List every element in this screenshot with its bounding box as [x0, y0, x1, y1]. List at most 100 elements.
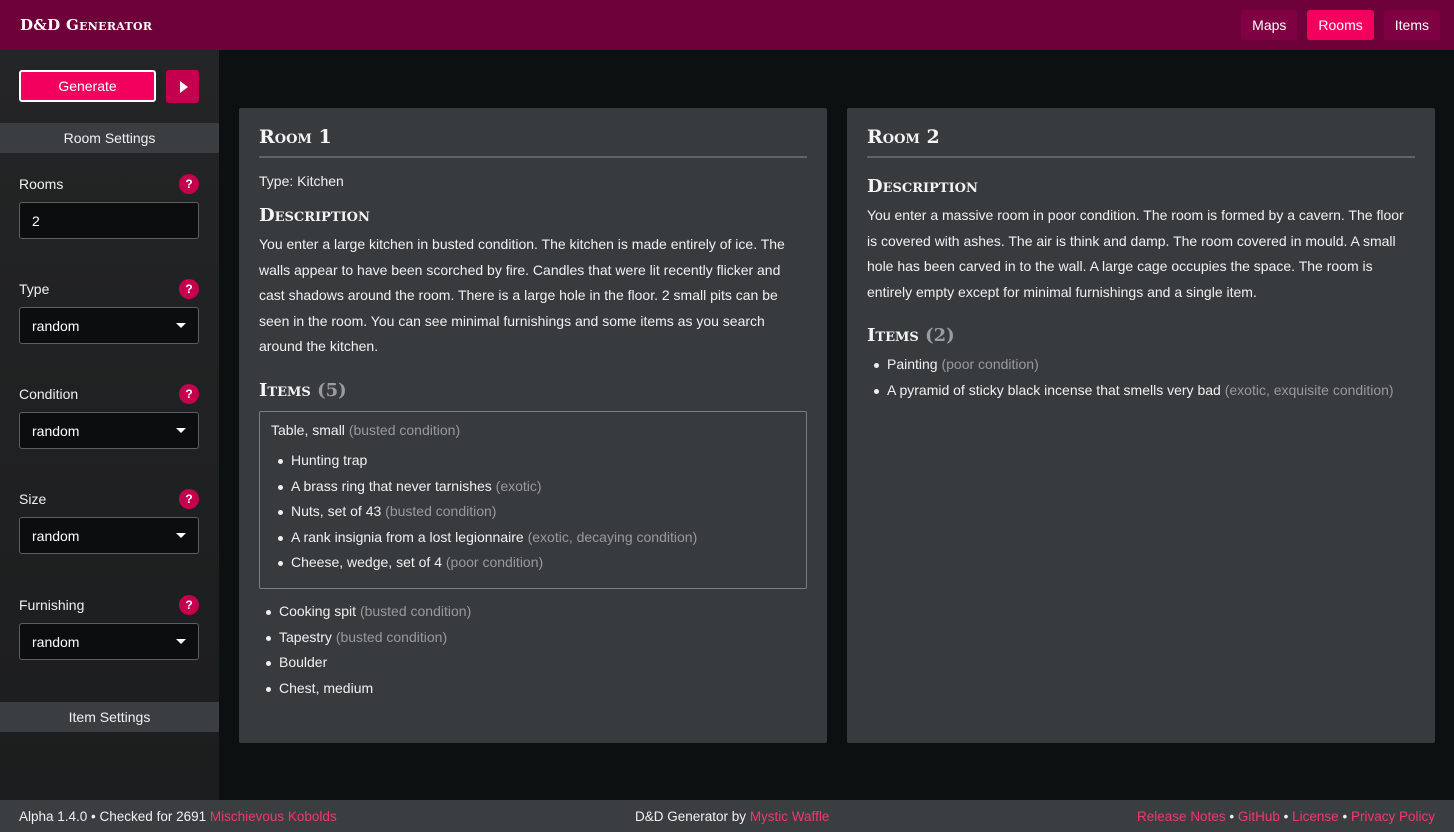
description-heading: Description: [867, 176, 978, 197]
item-note: (busted condition): [335, 628, 448, 645]
rooms-field: Rooms ? 2: [19, 174, 199, 239]
list-item: Boulder: [259, 650, 807, 676]
items-heading: Items (2): [867, 325, 1415, 346]
item-note: (exotic, decaying condition): [527, 528, 698, 545]
item-note: (exotic): [495, 477, 542, 494]
chevron-down-icon: [176, 428, 186, 433]
item-name: Hunting trap: [291, 451, 368, 468]
item-note: (exotic, exquisite condition): [1224, 381, 1394, 398]
condition-select[interactable]: random: [19, 412, 199, 449]
condition-label: Condition: [19, 386, 79, 402]
license-link[interactable]: License: [1292, 809, 1339, 824]
nav-maps[interactable]: Maps: [1241, 10, 1298, 40]
main-nav: Maps Rooms Items: [1241, 10, 1440, 40]
room-items: Painting (poor condition) A pyramid of s…: [867, 352, 1415, 403]
furnishing-select[interactable]: random: [19, 623, 199, 660]
items-count: (5): [317, 379, 347, 401]
room-card: Room 2 Description You enter a massive r…: [847, 108, 1435, 743]
items-count: (2): [925, 325, 955, 347]
item-name: A rank insignia from a lost legionnaire: [291, 528, 524, 545]
type-label: Type: [19, 281, 50, 297]
items-heading-label: Items: [259, 379, 311, 401]
type-select[interactable]: random: [19, 307, 199, 344]
room-title: Room 2: [867, 126, 1415, 158]
container-item: Table, small (busted condition) Hunting …: [259, 410, 807, 589]
room-description: You enter a massive room in poor conditi…: [867, 207, 1404, 300]
item-settings-header[interactable]: Item Settings: [0, 702, 219, 732]
generate-row: Generate: [19, 70, 199, 103]
item-note: (busted condition): [359, 602, 472, 619]
container-title: Table, small (busted condition): [271, 422, 795, 438]
kobolds-link[interactable]: Mischievous Kobolds: [210, 809, 337, 824]
app-header: D&D Generator Maps Rooms Items: [0, 0, 1454, 50]
app-logo[interactable]: D&D Generator: [20, 16, 152, 34]
items-heading: Items (5): [259, 380, 807, 401]
item-note: (poor condition): [941, 356, 1039, 373]
list-item: Painting (poor condition): [867, 352, 1415, 378]
list-item: Cheese, wedge, set of 4 (poor condition): [271, 550, 795, 576]
footer-links: Release Notes • GitHub • License • Priva…: [1137, 809, 1435, 824]
room-items: Cooking spit (busted condition) Tapestry…: [259, 599, 807, 701]
type-value: random: [32, 317, 80, 334]
list-item: A rank insignia from a lost legionnaire …: [271, 525, 795, 551]
room-card: Room 1 Type: Kitchen Description You ent…: [239, 108, 827, 743]
items-heading-label: Items: [867, 325, 919, 347]
author-link[interactable]: Mystic Waffle: [750, 809, 830, 824]
help-icon[interactable]: ?: [179, 174, 199, 194]
release-notes-link[interactable]: Release Notes: [1137, 809, 1226, 824]
play-icon: [179, 80, 188, 93]
item-name: Boulder: [279, 654, 328, 671]
help-icon[interactable]: ?: [179, 384, 199, 404]
privacy-policy-link[interactable]: Privacy Policy: [1351, 809, 1435, 824]
footer-version: Alpha 1.4.0 • Checked for 2691 Mischievo…: [19, 809, 337, 824]
byline-text: D&D Generator by: [635, 808, 747, 824]
sidebar: Generate Room Settings Rooms ? 2 Type ? …: [0, 50, 219, 800]
nav-items[interactable]: Items: [1383, 10, 1440, 40]
help-icon[interactable]: ?: [179, 279, 199, 299]
nav-rooms[interactable]: Rooms: [1307, 10, 1374, 40]
furnishing-field: Furnishing ? random: [19, 595, 199, 660]
list-item: Hunting trap: [271, 448, 795, 474]
item-name: A pyramid of sticky black incense that s…: [887, 381, 1221, 398]
list-item: A pyramid of sticky black incense that s…: [867, 378, 1415, 404]
container-note: (busted condition): [348, 421, 461, 438]
generate-button[interactable]: Generate: [19, 70, 156, 102]
github-link[interactable]: GitHub: [1238, 809, 1280, 824]
item-name: Tapestry: [279, 628, 332, 645]
room-title: Room 1: [259, 126, 807, 158]
room-settings-header[interactable]: Room Settings: [0, 123, 219, 153]
item-name: Nuts, set of 43: [291, 503, 382, 520]
help-icon[interactable]: ?: [179, 595, 199, 615]
container-name: Table, small: [271, 421, 345, 438]
size-field: Size ? random: [19, 489, 199, 554]
separator: •: [1229, 808, 1235, 824]
chevron-down-icon: [176, 533, 186, 538]
app-footer: Alpha 1.4.0 • Checked for 2691 Mischievo…: [0, 800, 1454, 832]
list-item: Cooking spit (busted condition): [259, 599, 807, 625]
help-icon[interactable]: ?: [179, 489, 199, 509]
size-value: random: [32, 527, 80, 544]
expand-button[interactable]: [166, 70, 199, 103]
condition-value: random: [32, 422, 80, 439]
item-note: (busted condition): [385, 503, 497, 520]
furnishing-value: random: [32, 633, 80, 650]
item-name: Cooking spit: [279, 602, 357, 619]
size-label: Size: [19, 491, 47, 507]
size-select[interactable]: random: [19, 517, 199, 554]
separator: •: [1342, 808, 1348, 824]
separator: •: [1283, 808, 1289, 824]
type-field: Type ? random: [19, 279, 199, 344]
rooms-input[interactable]: 2: [19, 202, 199, 239]
chevron-down-icon: [176, 639, 186, 644]
list-item: Nuts, set of 43 (busted condition): [271, 499, 795, 525]
footer-byline: D&D Generator by Mystic Waffle: [635, 809, 829, 824]
chevron-down-icon: [176, 323, 186, 328]
furnishing-label: Furnishing: [19, 597, 85, 613]
description-heading: Description: [259, 205, 370, 226]
list-item: Chest, medium: [259, 676, 807, 702]
rooms-label: Rooms: [19, 176, 64, 192]
item-name: Painting: [887, 356, 938, 373]
condition-field: Condition ? random: [19, 384, 199, 449]
room-description: You enter a large kitchen in busted cond…: [259, 236, 785, 355]
version-text: Alpha 1.4.0 • Checked for 2691: [19, 808, 207, 824]
